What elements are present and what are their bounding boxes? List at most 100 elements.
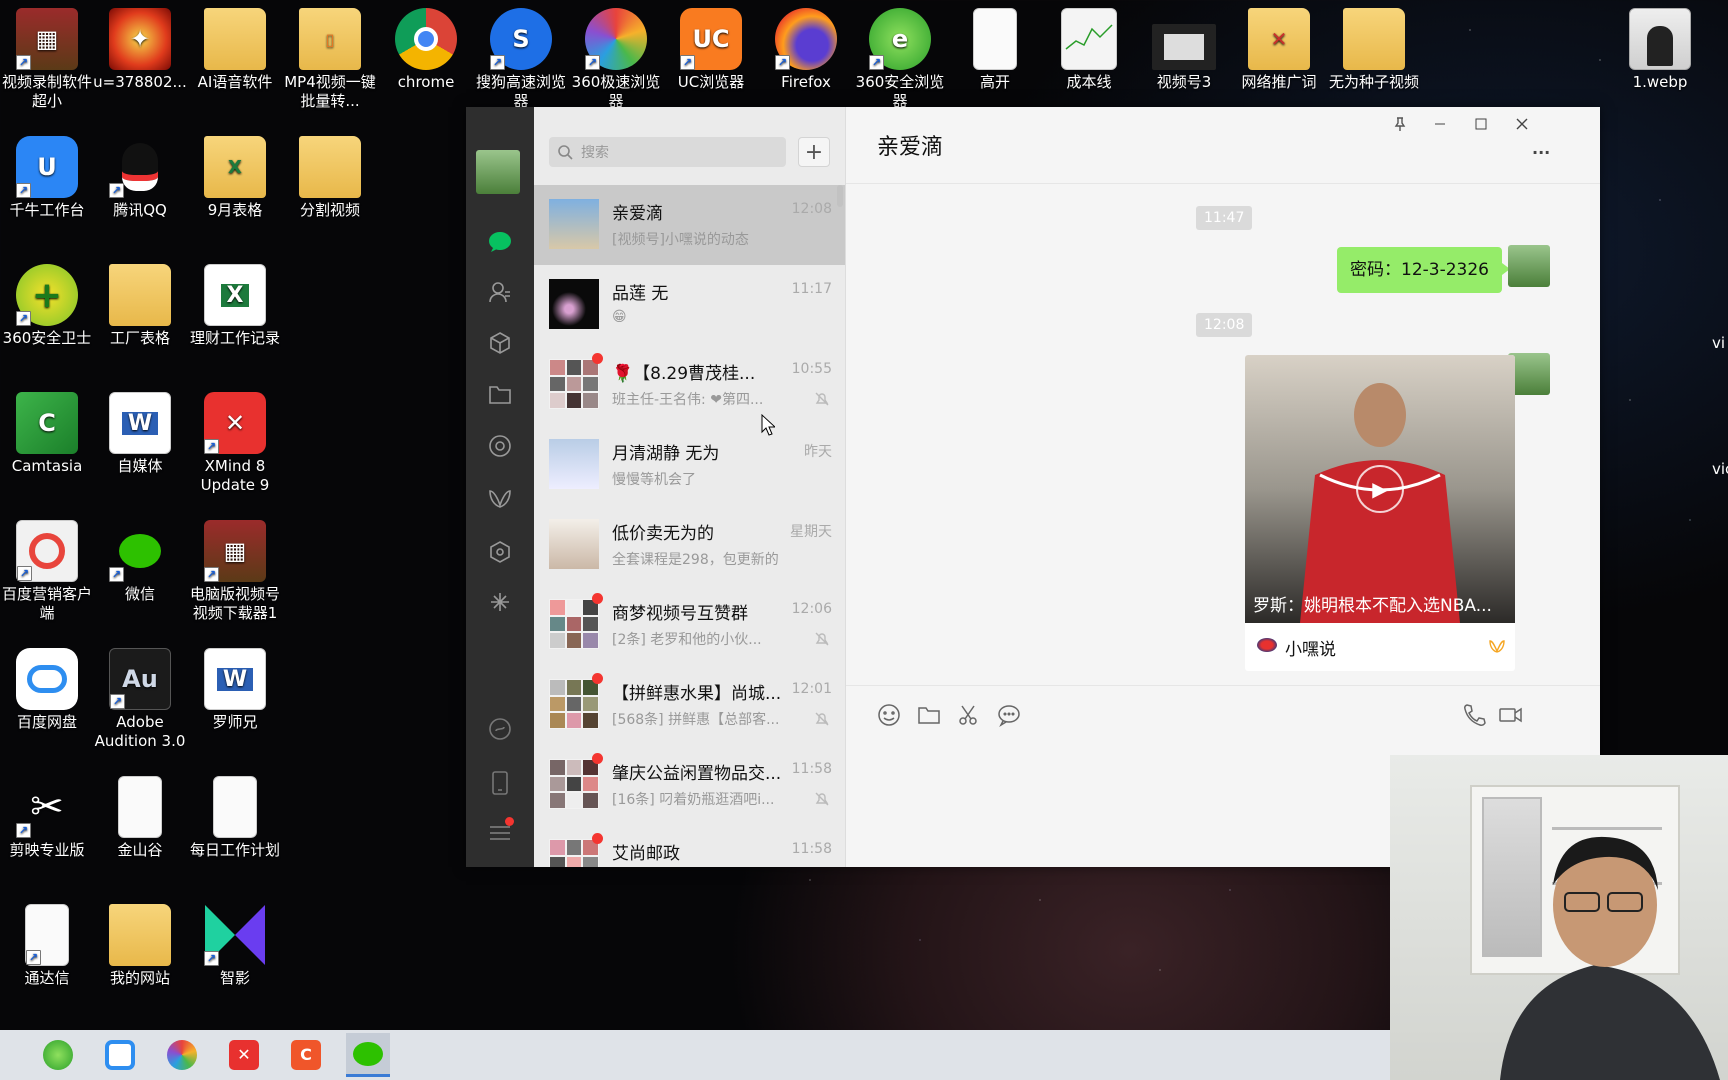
desktop-icon-ai-voice[interactable]: AI语音软件 [188, 8, 282, 92]
video-call-icon[interactable] [1498, 702, 1524, 728]
desktop-icon-luo[interactable]: W 罗师兄 [188, 648, 282, 732]
desktop-icon-wechat[interactable]: ↗ 微信 [93, 520, 187, 604]
chat-item[interactable]: 低价卖无为的 星期天 全套课程是298，包更新的 [534, 505, 845, 585]
play-icon[interactable]: ▶ [1356, 465, 1404, 513]
chat-list-panel: 搜索 + 亲爱滴 12:08 [视频号]小嘿说的动态 品莲 无 11:17 😁 🌹【… [534, 107, 846, 867]
taskbar-360-browser-icon[interactable] [160, 1033, 204, 1077]
folder-icon: ✕ [1248, 8, 1310, 70]
mini-program-link-icon[interactable] [486, 715, 514, 743]
desktop-icon-sept-sheet[interactable]: X 9月表格 [188, 136, 282, 220]
unread-dot [592, 353, 603, 364]
phone-icon[interactable] [486, 769, 514, 797]
file-icon[interactable] [916, 702, 942, 728]
chat-history-icon[interactable] [996, 702, 1022, 728]
channels-icon[interactable] [486, 485, 514, 513]
chat-item[interactable]: 艾尚邮政 11:58 [534, 825, 845, 867]
folder-icon[interactable] [486, 380, 514, 408]
audition-icon: Au ↗ [109, 648, 171, 710]
desktop-icon-gaokai[interactable]: 高开 [948, 8, 1042, 92]
desktop-icon-360-guard[interactable]: + ↗ 360安全卫士 [0, 264, 94, 348]
desktop-icon-my-site[interactable]: 我的网站 [93, 904, 187, 988]
desktop-icon-qianniu[interactable]: U ↗ 千牛工作台 [0, 136, 94, 220]
contacts-icon[interactable] [486, 278, 514, 306]
chat-item[interactable]: 肇庆公益闲置物品交... 11:58 [16条] 叼着奶瓶逛酒吧i... [534, 745, 845, 825]
avatar [549, 519, 599, 569]
taskbar-baidu-netdisk-icon[interactable] [98, 1033, 142, 1077]
desktop-icon-video-downloader[interactable]: ▦ ↗ 电脑版视频号视频下载器1 [188, 520, 282, 623]
desktop-icon-split-video[interactable]: 分割视频 [283, 136, 377, 220]
mini-program-icon[interactable] [486, 538, 514, 566]
close-button[interactable] [1502, 109, 1542, 139]
collection-icon[interactable] [486, 329, 514, 357]
desktop-icon-mp4-convert[interactable]: ▯ MP4视频一键批量转... [283, 8, 377, 111]
desktop-icon-image-file[interactable]: ✦ u=378802... [93, 8, 187, 92]
desktop-icon-capcut[interactable]: ✂ ↗ 剪映专业版 [0, 776, 94, 860]
scrollbar[interactable] [837, 185, 843, 207]
desktop-icon-audition[interactable]: Au ↗ Adobe Audition 3.0 [93, 648, 187, 751]
desktop-icon-webp[interactable]: 1.webp [1613, 8, 1707, 92]
desktop-icon-jinshan[interactable]: 金山谷 [93, 776, 187, 860]
avatar [549, 279, 599, 329]
desktop-icon-seed-video[interactable]: 无为种子视频 [1327, 8, 1421, 92]
photo-icon [1629, 8, 1691, 70]
chat-item[interactable]: 品莲 无 11:17 😁 [534, 265, 845, 345]
chat-item[interactable]: 亲爱滴 12:08 [视频号]小嘿说的动态 [534, 185, 845, 265]
more-options-icon[interactable]: ··· [1532, 143, 1550, 162]
desktop-icon-daily-plan[interactable]: 每日工作计划 [188, 776, 282, 860]
capcut-icon: ✂ ↗ [16, 776, 78, 838]
desktop-icon-cost-line[interactable]: 成本线 [1042, 8, 1136, 92]
desktop-icon-uc[interactable]: UC ↗ UC浏览器 [664, 8, 758, 92]
folder-icon [109, 264, 171, 326]
desktop-icon-360-secure[interactable]: e ↗ 360安全浏览器 [853, 8, 947, 111]
desktop-icon-chrome[interactable]: chrome [379, 8, 473, 92]
desktop-icon-self-media[interactable]: W 自媒体 [93, 392, 187, 476]
desktop-icon-finance-log[interactable]: X 理财工作记录 [188, 264, 282, 348]
maximize-button[interactable] [1461, 109, 1501, 139]
pin-icon[interactable] [1380, 109, 1420, 139]
taskbar-ie-icon[interactable] [36, 1033, 80, 1077]
desktop-icon-promo-words[interactable]: ✕ 网络推广词 [1232, 8, 1326, 92]
chat-item[interactable]: 🌹【8.29曹茂桂... 10:55 班主任-王名伟: ❤第四... [534, 345, 845, 425]
chat-item[interactable]: 【拼鲜惠水果】尚城... 12:01 [568条] 拼鲜惠【总部客... [534, 665, 845, 745]
chat-icon[interactable] [486, 228, 514, 256]
taskbar-wechat-icon[interactable] [346, 1033, 390, 1077]
excel-icon: X [204, 264, 266, 326]
chat-item[interactable]: 月清湖静 无为 昨天 慢慢等机会了 [534, 425, 845, 505]
chart-image-icon [1061, 8, 1117, 70]
desktop-icon-video3[interactable]: 视频号3 [1137, 8, 1231, 92]
desktop-icon-baidu-netdisk[interactable]: 百度网盘 [0, 648, 94, 732]
chat-item[interactable]: 商梦视频号互赞群 12:06 [2条] 老罗和他的小伙... [534, 585, 845, 665]
avatar [549, 439, 599, 489]
add-button[interactable]: + [798, 137, 830, 167]
input-divider [846, 685, 1600, 686]
desktop-icon-factory-sheet[interactable]: 工厂表格 [93, 264, 187, 348]
desktop-icon-baidu-marketing[interactable]: ↗ 百度营销客户端 [0, 520, 94, 623]
desktop-icon-video-recorder[interactable]: ▦ ↗ 视频录制软件 超小 [0, 8, 94, 111]
menu-icon[interactable] [486, 817, 514, 847]
desktop-icon-zhiying[interactable]: ↗ 智影 [188, 904, 282, 988]
desktop-icon-camtasia[interactable]: C Camtasia [0, 392, 94, 476]
taskbar-xmind-icon[interactable]: ✕ [222, 1033, 266, 1077]
taskbar-camtasia-icon[interactable]: C [284, 1033, 328, 1077]
avatar[interactable] [1508, 245, 1550, 287]
mute-icon [815, 792, 829, 806]
video-card[interactable]: ▶ 罗斯：姚明根本不配入选NBA... 小嘿说 [1245, 355, 1515, 671]
desktop-icon-360-fast[interactable]: ↗ 360极速浏览器 [569, 8, 663, 111]
message-bubble[interactable]: 密码：12-3-2326 [1337, 247, 1510, 293]
desktop-icon-firefox[interactable]: ↗ Firefox [759, 8, 853, 92]
desktop-icon-xmind[interactable]: ✕ ↗ XMind 8 Update 9 [188, 392, 282, 495]
screenshot-icon[interactable] [956, 702, 982, 728]
search-input[interactable]: 搜索 [549, 137, 786, 167]
video-thumbnail: ▶ 罗斯：姚明根本不配入选NBA... [1245, 355, 1515, 623]
video-file-icon [1152, 24, 1216, 70]
voice-call-icon[interactable] [1462, 702, 1488, 728]
search-discover-icon[interactable] [486, 588, 514, 616]
minimize-button[interactable] [1420, 109, 1460, 139]
moments-icon[interactable] [486, 432, 514, 460]
desktop-icon-sogou[interactable]: S ↗ 搜狗高速浏览器 [474, 8, 568, 111]
desktop-icon-tongdaxin[interactable]: ↗ 通达信 [0, 904, 94, 988]
desktop-icon-qq[interactable]: ↗ 腾讯QQ [93, 136, 187, 220]
emoji-icon[interactable] [876, 702, 902, 728]
edge-label: vic [1712, 460, 1728, 478]
user-avatar[interactable] [476, 150, 520, 194]
